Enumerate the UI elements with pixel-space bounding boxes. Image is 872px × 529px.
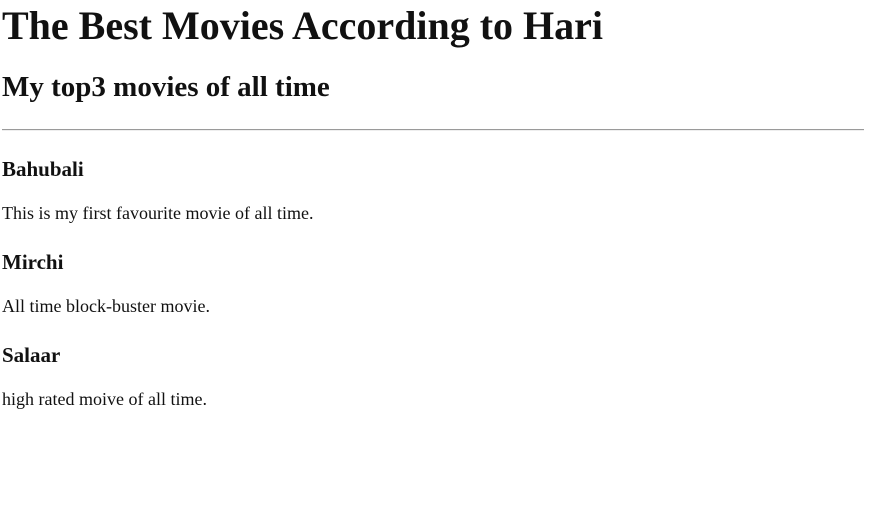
page-title: The Best Movies According to Hari xyxy=(2,3,604,48)
movie-item-bahubali: Bahubali This is my first favourite movi… xyxy=(2,156,864,224)
movie-title: Bahubali xyxy=(2,157,84,181)
movie-title: Salaar xyxy=(2,343,61,367)
divider xyxy=(2,129,864,131)
movie-description: high rated moive of all time. xyxy=(2,389,207,409)
movie-description: All time block-buster movie. xyxy=(2,296,210,316)
movie-item-salaar: Salaar high rated moive of all time. xyxy=(2,342,864,410)
movie-title: Mirchi xyxy=(2,250,64,274)
page: The Best Movies According to Hari My top… xyxy=(0,0,872,529)
movie-item-mirchi: Mirchi All time block-buster movie. xyxy=(2,249,864,317)
page-subtitle: My top3 movies of all time xyxy=(2,71,330,103)
movie-description: This is my first favourite movie of all … xyxy=(2,203,314,223)
